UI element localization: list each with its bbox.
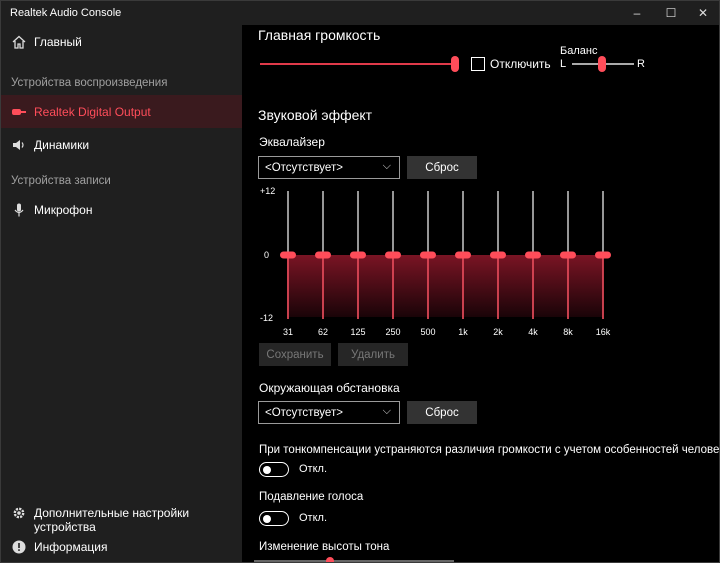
sidebar-item-digital-output[interactable]: Realtek Digital Output	[1, 95, 242, 128]
master-volume-track[interactable]	[260, 63, 454, 65]
eq-band-frequency-label: 1k	[458, 327, 468, 337]
sidebar-item-information[interactable]: Информация	[1, 530, 242, 563]
voice-suppression-state: Откл.	[299, 512, 328, 524]
sidebar-item-label: Информация	[34, 540, 108, 554]
info-icon	[12, 540, 26, 554]
pitch-shift-title: Изменение высоты тона	[259, 541, 390, 553]
playback-devices-header: Устройства воспроизведения	[11, 77, 168, 89]
chevron-down-icon: ⌵	[382, 160, 391, 172]
balance-label: Баланс	[560, 45, 598, 57]
sidebar-item-label: Главный	[34, 35, 82, 49]
window-title: Realtek Audio Console	[10, 7, 122, 19]
microphone-icon	[14, 203, 24, 217]
balance-left-label: L	[560, 58, 567, 70]
eq-band-thumb[interactable]	[350, 251, 366, 259]
equalizer-fill	[287, 255, 603, 317]
mute-label: Отключить	[490, 57, 551, 71]
equalizer-preset-value: <Отсутствует>	[265, 162, 343, 174]
eq-band-thumb[interactable]	[560, 251, 576, 259]
sidebar-item-microphone[interactable]: Микрофон	[1, 193, 242, 226]
equalizer-preset-dropdown[interactable]: <Отсутствует> ⌵	[258, 156, 400, 179]
equalizer-title: Эквалайзер	[259, 135, 325, 149]
eq-band-thumb[interactable]	[280, 251, 296, 259]
environment-title: Окружающая обстановка	[259, 381, 400, 395]
delete-preset-button[interactable]: Удалить	[338, 343, 408, 366]
master-volume-thumb[interactable]	[451, 56, 459, 72]
environment-preset-value: <Отсутствует>	[265, 407, 343, 419]
title-bar: Realtek Audio Console – ☐ ✕	[1, 1, 719, 25]
eq-band-frequency-label: 4k	[528, 327, 538, 337]
eq-band-thumb[interactable]	[420, 251, 436, 259]
eq-band-thumb[interactable]	[315, 251, 331, 259]
sidebar-item-home[interactable]: Главный	[1, 25, 242, 58]
balance-right-label: R	[637, 58, 645, 70]
equalizer-graph: +12 0 -12 31 62 125 250 500 1k 2k 4k 8k 16k	[260, 186, 611, 337]
minimize-button[interactable]: –	[621, 1, 653, 25]
master-volume-title: Главная громкость	[258, 27, 381, 43]
speaker-icon	[13, 140, 24, 150]
loudness-description: При тонкомпенсации устраняются различия …	[259, 444, 719, 456]
eq-band-frequency-label: 2k	[493, 327, 503, 337]
maximize-button[interactable]: ☐	[655, 1, 687, 25]
eq-band-frequency-label: 8k	[563, 327, 573, 337]
eq-band-frequency-label: 125	[350, 327, 365, 337]
close-button[interactable]: ✕	[687, 1, 719, 25]
loudness-toggle[interactable]	[259, 462, 289, 477]
eq-band-frequency-label: 250	[385, 327, 400, 337]
eq-band-frequency-label: 500	[420, 327, 435, 337]
sidebar-item-label: Динамики	[34, 138, 90, 152]
environment-preset-dropdown[interactable]: <Отсутствует> ⌵	[258, 401, 400, 424]
eq-scale-top: +12	[260, 186, 275, 196]
eq-band-frequency-label: 16k	[596, 327, 611, 337]
pitch-shift-thumb[interactable]	[326, 557, 334, 562]
sidebar: Главный Устройства воспроизведения Realt…	[1, 25, 242, 562]
voice-suppression-title: Подавление голоса	[259, 491, 364, 503]
app-window: Realtek Audio Console – ☐ ✕ Главный Устр…	[0, 0, 720, 563]
environment-reset-button[interactable]: Сброс	[407, 401, 477, 424]
loudness-state: Откл.	[299, 463, 328, 475]
chevron-down-icon: ⌵	[382, 405, 391, 417]
sidebar-item-label: Realtek Digital Output	[34, 105, 151, 119]
eq-band-thumb[interactable]	[595, 251, 611, 259]
sidebar-item-advanced-settings[interactable]: Дополнительные настройки устройства	[1, 496, 242, 534]
save-preset-button[interactable]: Сохранить	[259, 343, 331, 366]
eq-band-frequency-label: 31	[283, 327, 293, 337]
pitch-shift-track[interactable]	[254, 560, 454, 562]
digital-output-icon	[12, 109, 26, 115]
sidebar-item-speakers[interactable]: Динамики	[1, 128, 242, 161]
equalizer-reset-button[interactable]: Сброс	[407, 156, 477, 179]
eq-band-thumb[interactable]	[455, 251, 471, 259]
main-panel: Главная громкость Отключить Баланс L R З…	[242, 25, 719, 562]
sound-effect-title: Звуковой эффект	[258, 107, 373, 123]
eq-scale-mid: 0	[264, 250, 269, 260]
mute-checkbox[interactable]	[471, 57, 485, 71]
home-icon	[12, 35, 26, 49]
voice-suppression-toggle[interactable]	[259, 511, 289, 526]
balance-thumb[interactable]	[598, 56, 606, 72]
eq-band-thumb[interactable]	[385, 251, 401, 259]
eq-band-thumb[interactable]	[490, 251, 506, 259]
sidebar-item-label: Микрофон	[34, 203, 93, 217]
eq-band-thumb[interactable]	[525, 251, 541, 259]
eq-band-frequency-label: 62	[318, 327, 328, 337]
eq-scale-bottom: -12	[260, 313, 273, 323]
gear-icon	[13, 507, 25, 519]
recording-devices-header: Устройства записи	[11, 175, 111, 187]
